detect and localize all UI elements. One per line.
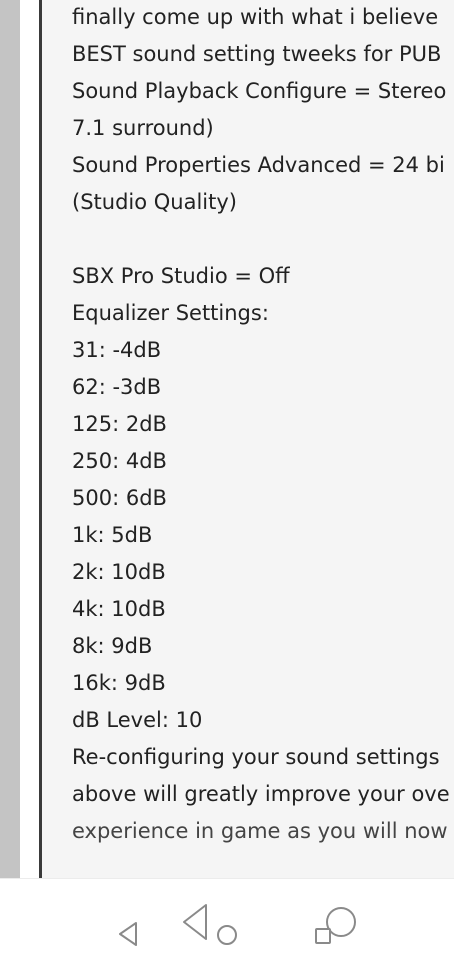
article-line: above will greatly improve your ove bbox=[72, 782, 450, 806]
eq-line: 1k: 5dB bbox=[72, 523, 153, 547]
eq-line: 250: 4dB bbox=[72, 449, 167, 473]
eq-line: 2k: 10dB bbox=[72, 560, 166, 584]
home-icon[interactable] bbox=[178, 903, 242, 947]
eq-line: 62: -3dB bbox=[72, 375, 162, 399]
back-icon[interactable] bbox=[116, 921, 140, 947]
recents-icon[interactable] bbox=[310, 903, 360, 947]
eq-line: 500: 6dB bbox=[72, 486, 167, 510]
article-blank-line bbox=[72, 220, 454, 259]
article-line: (Studio Quality) bbox=[72, 190, 237, 214]
article-line: dB Level: 10 bbox=[72, 708, 203, 732]
left-gutter bbox=[0, 0, 20, 878]
article-line: Equalizer Settings: bbox=[72, 301, 269, 325]
article-line-clipped: experience in game as you will now bbox=[72, 819, 448, 843]
article-content[interactable]: finally come up with what i believe BEST… bbox=[42, 0, 454, 878]
eq-line: 4k: 10dB bbox=[72, 597, 166, 621]
article-line: Re-configuring your sound settings bbox=[72, 745, 440, 769]
eq-line: 8k: 9dB bbox=[72, 634, 153, 658]
navigation-bar bbox=[0, 878, 454, 960]
article-text: finally come up with what i believe BEST… bbox=[72, 0, 454, 851]
article-line: 7.1 surround) bbox=[72, 116, 214, 140]
eq-line: 16k: 9dB bbox=[72, 671, 166, 695]
article-line: Sound Playback Configure = Stereo bbox=[72, 79, 447, 103]
article-line: finally come up with what i believe bbox=[72, 5, 439, 29]
eq-line: 31: -4dB bbox=[72, 338, 162, 362]
article-line: SBX Pro Studio = Off bbox=[72, 264, 290, 288]
article-line: Sound Properties Advanced = 24 bi bbox=[72, 153, 445, 177]
article-line: BEST sound setting tweeks for PUB bbox=[72, 42, 442, 66]
eq-line: 125: 2dB bbox=[72, 412, 167, 436]
